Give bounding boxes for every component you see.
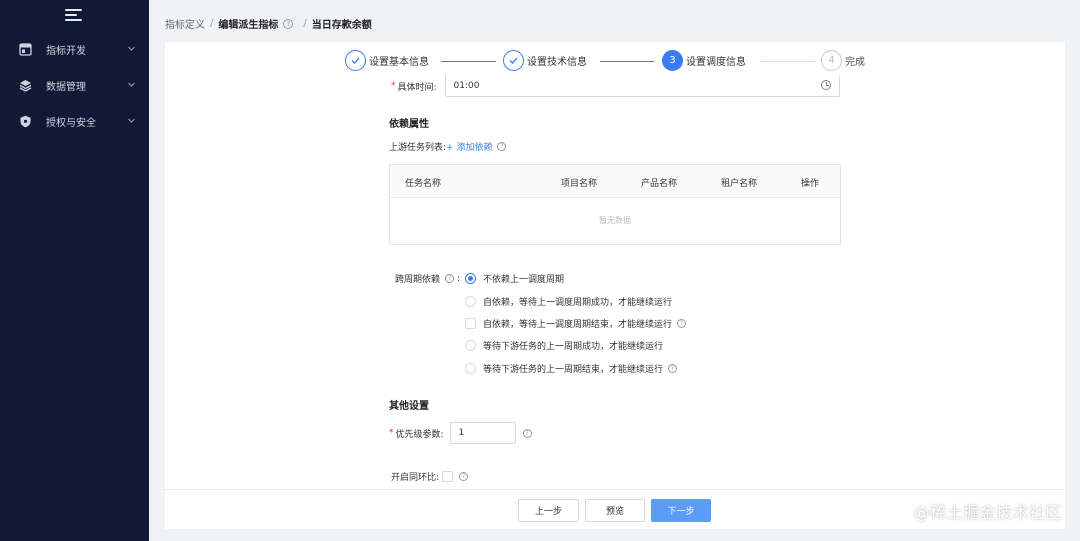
add-dependency-link[interactable]: + 添加依赖 (446, 140, 492, 153)
chevron-down-icon (128, 82, 135, 87)
radio-option[interactable]: 自依赖，等待上一调度周期成功，才能继续运行 (465, 295, 672, 308)
preview-button[interactable]: 预览 (585, 499, 645, 522)
chevron-down-icon (128, 118, 135, 123)
step-basic-info: 设置基本信息 (345, 50, 429, 71)
dependency-section-title: 依赖属性 (389, 119, 429, 130)
breadcrumb-item-current: 当日存款余额 (311, 20, 372, 31)
form-card: 设置基本信息 设置技术信息 3 设置调度信息 4 完成 * 具体时间: 01:0… (165, 42, 1065, 529)
ratio-label: 开启同环比: (391, 473, 440, 483)
check-icon (503, 50, 524, 71)
breadcrumb: 指标定义 / 编辑派生指标 ? / 当日存款余额 (165, 16, 372, 31)
help-icon[interactable]: ? (668, 364, 678, 373)
time-field-row: * 具体时间: 01:00 (391, 75, 840, 97)
step-schedule-info: 3 设置调度信息 (662, 50, 746, 71)
radio-button[interactable] (465, 318, 476, 329)
empty-text: 暂无数据 (599, 216, 631, 225)
step-complete: 4 完成 (821, 50, 865, 71)
time-label: 具体时间: (397, 82, 437, 93)
help-icon[interactable]: ? (445, 274, 455, 283)
radio-option[interactable]: 不依赖上一调度周期 (465, 272, 564, 285)
sidebar-item-security[interactable]: 授权与安全 (0, 107, 149, 135)
radio-option[interactable]: 等待下游任务的上一周期成功，才能继续运行 (465, 339, 663, 352)
cross-cycle-label-row: 跨周期依赖 ? : (395, 273, 461, 286)
radio-button[interactable] (465, 296, 476, 307)
priority-input[interactable]: 1 (449, 422, 516, 444)
shield-icon (18, 114, 32, 128)
help-icon[interactable]: ? (283, 18, 294, 29)
sidebar-item-data-management[interactable]: 数据管理 (0, 71, 149, 99)
radio-option[interactable]: 等待下游任务的上一周期结束，才能继续运行 ? (465, 362, 678, 375)
breadcrumb-separator: / (210, 18, 214, 29)
help-icon[interactable]: ? (459, 472, 469, 481)
column-header: 租户名称 (721, 179, 758, 189)
step-tech-info: 设置技术信息 (503, 50, 587, 71)
priority-row: * 优先级参数: 1 ? (389, 422, 532, 444)
help-icon[interactable]: ? (522, 428, 532, 438)
ratio-checkbox[interactable] (442, 471, 454, 482)
prev-step-button[interactable]: 上一步 (518, 499, 579, 522)
steps-bar: 设置基本信息 设置技术信息 3 设置调度信息 4 完成 (165, 42, 1065, 79)
time-input[interactable]: 01:00 (444, 75, 840, 97)
sidebar-item-label: 数据管理 (46, 81, 86, 93)
step-number: 3 (662, 50, 683, 71)
dashboard-icon (18, 42, 32, 56)
next-step-button[interactable]: 下一步 (651, 499, 711, 522)
ratio-row: 开启同环比: ? (391, 470, 469, 483)
table-body: 暂无数据 (390, 198, 840, 244)
sidebar-item-label: 授权与安全 (46, 117, 96, 129)
radio-option[interactable]: 自依赖，等待上一调度周期结束，才能继续运行 ? (465, 317, 687, 330)
chevron-down-icon (128, 46, 135, 51)
other-settings-title: 其他设置 (389, 401, 429, 412)
column-header: 操作 (801, 179, 820, 189)
column-header: 项目名称 (561, 179, 598, 189)
step-connector (441, 61, 496, 62)
upstream-label: 上游任务列表: (389, 143, 447, 153)
column-header: 任务名称 (405, 179, 442, 189)
upstream-row: 上游任务列表: + 添加依赖 ? (389, 140, 507, 153)
step-connector (761, 61, 815, 62)
upstream-table: 任务名称 项目名称 产品名称 租户名称 操作 暂无数据 (389, 164, 841, 245)
step-label: 设置技术信息 (527, 57, 587, 68)
radio-button[interactable] (465, 273, 476, 284)
radio-button[interactable] (465, 363, 476, 374)
priority-label: 优先级参数: (395, 429, 444, 440)
help-icon[interactable]: ? (677, 319, 687, 328)
form-content: * 具体时间: 01:00 依赖属性 上游任务列表: + 添加依赖 ? 任务名称 (165, 75, 1065, 489)
step-label: 设置基本信息 (369, 57, 429, 68)
sidebar: 指标开发 数据管理 授权与安全 (0, 0, 149, 541)
step-label: 完成 (845, 57, 865, 68)
breadcrumb-item-metric-definition[interactable]: 指标定义 (165, 16, 205, 31)
breadcrumb-separator: / (303, 18, 307, 29)
help-icon[interactable]: ? (497, 142, 507, 151)
step-connector (600, 61, 654, 62)
table-header: 任务名称 项目名称 产品名称 租户名称 操作 (390, 165, 840, 198)
check-icon (345, 50, 366, 71)
sidebar-item-label: 指标开发 (46, 45, 86, 57)
watermark: @稀土掘金技术社区 (913, 503, 1062, 522)
step-number: 4 (821, 50, 842, 71)
clock-icon (820, 80, 831, 90)
main-area: 指标定义 / 编辑派生指标 ? / 当日存款余额 设置基本信息 设置技术信息 3… (149, 0, 1080, 541)
cross-cycle-label: 跨周期依赖 (395, 275, 441, 285)
sidebar-item-metric-dev[interactable]: 指标开发 (0, 35, 149, 63)
column-header: 产品名称 (641, 179, 678, 189)
layers-icon (18, 78, 32, 92)
radio-button[interactable] (465, 340, 476, 351)
menu-toggle-icon[interactable] (65, 9, 82, 23)
step-label: 设置调度信息 (686, 57, 746, 68)
breadcrumb-item-edit: 编辑派生指标 (218, 20, 279, 31)
